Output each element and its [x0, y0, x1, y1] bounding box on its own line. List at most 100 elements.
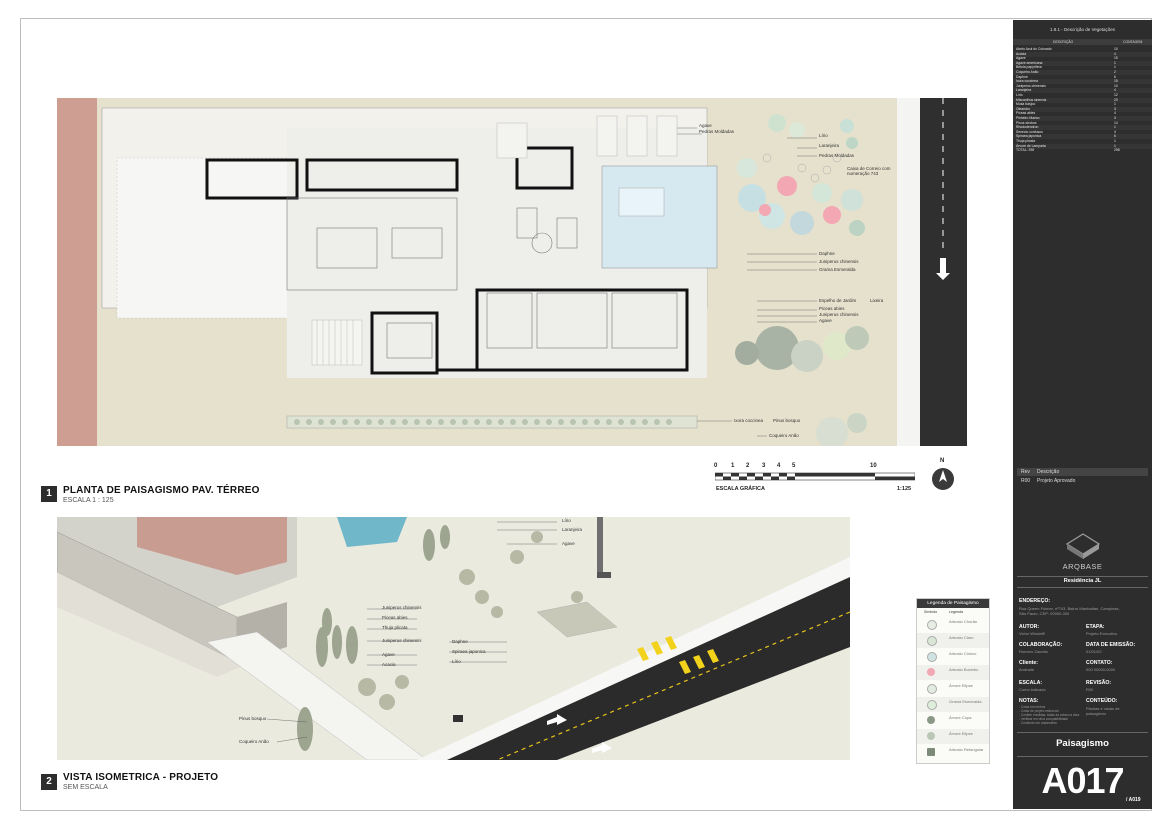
vegetation-table-title: 1.8.1 - Descrição de Vegetações [1049, 27, 1116, 32]
plan-label-lixeira: Lixeira [870, 298, 884, 303]
client-value: Andrade [1019, 667, 1035, 672]
legend-item: Arbusto Cônico [917, 649, 989, 664]
legend-text: Grama Esmeralda [949, 699, 982, 704]
plan-label-coqueiro: Coqueiro Anão [769, 433, 799, 438]
notes-label: NOTAS: [1019, 698, 1039, 704]
scale-tick-3: 3 [762, 463, 766, 469]
revision-desc: Projeto Aprovado [1037, 478, 1076, 484]
content-label: CONTEÚDO: [1086, 698, 1118, 704]
legend-symbol [927, 700, 937, 710]
project-name: Residência JL [1063, 578, 1102, 584]
iso-label-coqueiro: Coqueiro Anão [239, 739, 269, 744]
address-label: ENDEREÇO: [1019, 598, 1051, 604]
plan-label-ixora: Ixora coccinea [734, 418, 764, 423]
legend-item: Árvore Elipse [917, 681, 989, 696]
sheet-number: A017 [1041, 760, 1124, 801]
revision-row: R00 Projeto Aprovado [1017, 477, 1148, 485]
plan-label-pinus: Pinus bosquo [773, 418, 801, 423]
legend-text: Árvore Copa [949, 715, 972, 720]
legend-text: Arbusto Cônico [949, 651, 977, 656]
legend-text: Árvore Elipse [949, 683, 973, 688]
iso-label-daphne: Daphne [452, 639, 468, 644]
iso-title: VISTA ISOMETRICA - PROJETO [63, 772, 219, 783]
plan-label-agave-right: Agave [819, 318, 832, 323]
issue-date-value: 01/01/02 [1086, 649, 1102, 654]
scale-tick-5: 5 [792, 463, 796, 469]
iso-label-juniperus-2: Juniperus chinensis [382, 638, 422, 643]
legend-item: Arbusto Chorão [917, 617, 989, 632]
brand-name: ARQBASE [1062, 562, 1103, 571]
iso-subtitle: SEM ESCALA [63, 784, 108, 791]
legend-text: Arbusto Buxinho [949, 667, 979, 672]
scale-label: ESCALA GRÁFICA [716, 486, 765, 492]
legend-col-symbol: Símbolo [924, 610, 938, 614]
scale-field-value: Como indicado [1019, 687, 1046, 692]
legend-symbol [927, 748, 935, 756]
title-block: 1.8.1 - Descrição de Vegetações DESCRIÇÃ… [1013, 20, 1152, 809]
plan-label-agave: Agave [699, 123, 712, 128]
legend-symbol [927, 684, 937, 694]
iso-label-agave-top: Agave [562, 541, 575, 546]
plan-label-lirio: Lírio [819, 133, 828, 138]
iso-label-acacia: Acacia [382, 662, 396, 667]
vegetation-row: TOTAL: 298 298 [1013, 148, 1152, 153]
brand-logo-icon [1065, 533, 1101, 559]
plan-title: PLANTA DE PAISAGISMO PAV. TÉRREO [63, 485, 260, 496]
legend-item: Arbusto Buxinho [917, 665, 989, 680]
legend-symbol [927, 620, 937, 630]
site-plan-drawing [57, 98, 967, 446]
north-arrow-icon [932, 468, 954, 490]
north-label: N [940, 458, 945, 464]
legend-text: Árvore Elipse [949, 731, 973, 736]
iso-label-thuja: Thuja plicata [382, 625, 408, 630]
iso-label-pinus: Pinus bosquo [239, 716, 267, 721]
collaboration-label: COLABORAÇÃO: [1019, 642, 1063, 648]
stage-value: Projeto Executivo [1086, 631, 1118, 636]
legend-item: Arbusto Claro [917, 633, 989, 648]
legend-text: Arbusto Retangular [949, 747, 984, 752]
scale-tick-4: 4 [777, 463, 781, 469]
revision-rev: R00 [1021, 478, 1031, 484]
scale-field-label: ESCALA: [1019, 680, 1043, 686]
scale-tick-0: 0 [714, 463, 718, 469]
contact-label: CONTATO: [1086, 660, 1113, 666]
legend-symbol [927, 668, 935, 676]
plan-label-grama: Grama Esmeralda [819, 267, 856, 272]
vegetation-col-desc: DESCRIÇÃO [1053, 40, 1074, 44]
contact-value: 000 00000-0000 [1086, 667, 1116, 672]
scale-tick-2: 2 [746, 463, 750, 469]
vegetation-qty: 298 [1114, 148, 1120, 153]
content-value-2: paisagismo [1086, 711, 1107, 716]
author-label: AUTOR: [1019, 624, 1040, 630]
scale-ratio: 1:125 [897, 486, 912, 492]
vegetation-name: TOTAL: 298 [1016, 148, 1035, 153]
revision-field-label: REVISÃO: [1086, 680, 1112, 686]
iso-number: 2 [41, 774, 57, 790]
revision-col-rev: Rev [1021, 469, 1030, 475]
plan-label-juniperus-2: Juniperus chinensis [819, 312, 859, 317]
legend-symbol [927, 652, 937, 662]
legend-item: Arbusto Retangular [917, 745, 989, 760]
pool [601, 165, 718, 269]
iso-label-laranjeira: Laranjeira [562, 527, 583, 532]
vegetation-col-qty: CONTAGEM [1123, 40, 1143, 44]
address-value-2: São Paulo, CEP: 00000-000 [1019, 611, 1070, 616]
iso-label-agave: Agave [382, 652, 395, 657]
legend-col-legend: Legenda [949, 610, 963, 614]
legend-symbol [927, 716, 935, 724]
plan-label-caixa-2: numeração 743 [847, 171, 879, 176]
legend-title: Legenda de Paisagismo [917, 599, 989, 608]
plan-label-laranjeira: Laranjeira [819, 143, 840, 148]
side-wall [57, 98, 97, 446]
plan-label-espelho: Espelho de Jardim [819, 298, 857, 303]
legend-symbol [927, 636, 937, 646]
revision-header: Rev Descrição [1017, 468, 1148, 476]
iso-label-lirio: Lírio [562, 518, 571, 523]
collaboration-value: Romero Zanotto [1019, 649, 1048, 654]
discipline-title: Paisagismo [1056, 738, 1109, 749]
vegetation-table-header: DESCRIÇÃO CONTAGEM [1013, 39, 1152, 45]
stage-label: ETAPA: [1086, 624, 1105, 630]
plan-label-pedras-right: Pedras Moldadas [819, 153, 855, 158]
iso-label-spiraea: Spiraea japonica [452, 649, 486, 654]
revision-col-desc: Descrição [1037, 469, 1060, 475]
